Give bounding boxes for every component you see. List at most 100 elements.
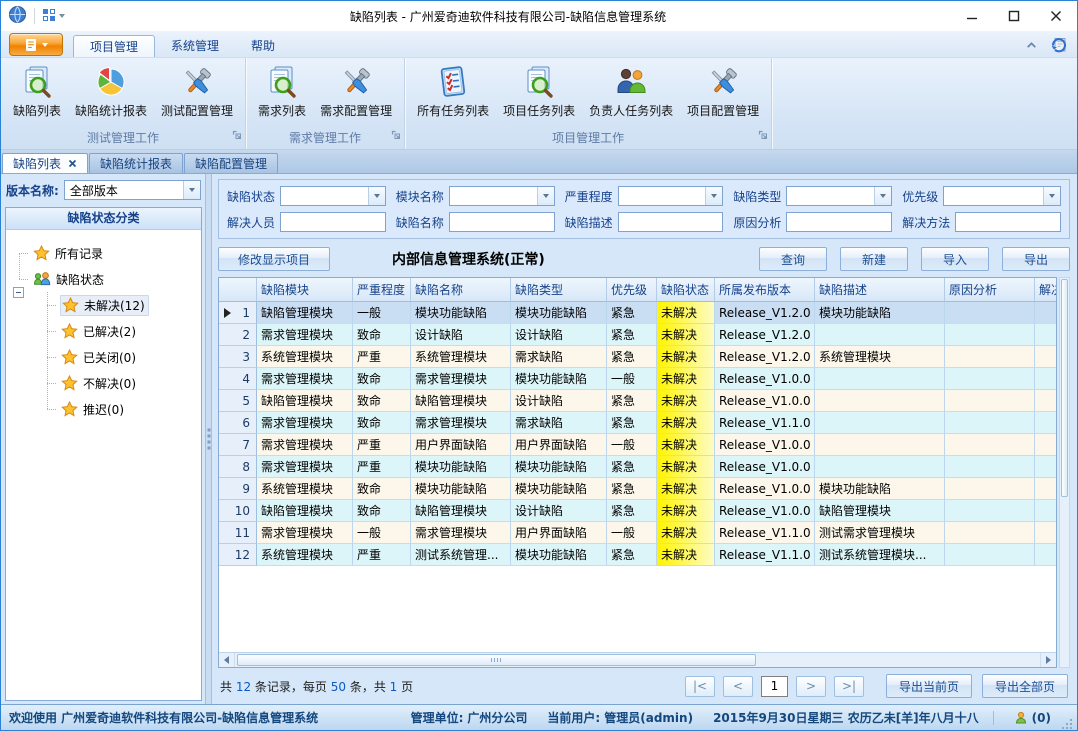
ribbon-button-project-config[interactable]: 项目配置管理 — [680, 61, 766, 130]
ribbon-tab[interactable]: 系统管理 — [155, 35, 235, 57]
table-row[interactable]: 10缺陷管理模块致命缺陷管理模块设计缺陷紧急未解决Release_V1.0.0缺… — [219, 500, 1056, 522]
tree-item-postponed[interactable]: 推迟(0) — [6, 396, 201, 422]
table-row[interactable]: 6需求管理模块致命需求管理模块需求缺陷紧急未解决Release_V1.1.0 — [219, 412, 1056, 434]
tree-item-unresolved[interactable]: 未解决(12) — [6, 292, 201, 318]
maximize-button[interactable] — [993, 1, 1035, 31]
table-row[interactable]: 12系统管理模块严重测试系统管理...模块功能缺陷紧急未解决Release_V1… — [219, 544, 1056, 566]
filter-text-defect-desc[interactable] — [618, 212, 724, 232]
table-row[interactable]: 7需求管理模块严重用户界面缺陷用户界面缺陷一般未解决Release_V1.0.0 — [219, 434, 1056, 456]
close-button[interactable] — [1035, 1, 1077, 31]
filter-dropdown-defect-type[interactable] — [786, 186, 892, 206]
prev-page-button[interactable]: < — [723, 676, 753, 697]
grid-col-header[interactable]: 所属发布版本 — [715, 278, 815, 301]
collapse-ribbon-icon[interactable] — [1025, 39, 1038, 55]
close-icon — [1050, 10, 1062, 22]
dropdown-caret-icon[interactable] — [1043, 187, 1060, 205]
grid-col-header[interactable] — [219, 278, 257, 301]
table-row[interactable]: 9系统管理模块致命模块功能缺陷模块功能缺陷紧急未解决Release_V1.0.0… — [219, 478, 1056, 500]
filter-dropdown-severity[interactable] — [618, 186, 724, 206]
minimize-button[interactable] — [951, 1, 993, 31]
table-row[interactable]: 4需求管理模块致命需求管理模块模块功能缺陷一般未解决Release_V1.0.0 — [219, 368, 1056, 390]
filter-text-solution[interactable] — [955, 212, 1061, 232]
tree-item-wont-fix[interactable]: 不解决(0) — [6, 370, 201, 396]
horizontal-scrollbar[interactable] — [219, 652, 1056, 667]
filter-label: 解决人员 — [227, 214, 275, 231]
refresh-style-icon[interactable] — [1050, 36, 1069, 57]
grid-col-header[interactable]: 严重程度 — [353, 278, 411, 301]
ribbon-button-all-tasks[interactable]: 所有任务列表 — [410, 61, 496, 130]
dropdown-caret-icon[interactable] — [705, 187, 722, 205]
ribbon-button-owner-tasks[interactable]: 负责人任务列表 — [582, 61, 680, 130]
filter-text-cause-analysis[interactable] — [786, 212, 892, 232]
dropdown-caret-icon[interactable] — [368, 187, 385, 205]
table-row[interactable]: 3系统管理模块严重系统管理模块需求缺陷紧急未解决Release_V1.2.0系统… — [219, 346, 1056, 368]
last-page-button[interactable]: >| — [834, 676, 864, 697]
ribbon-tab[interactable]: 帮助 — [235, 35, 291, 57]
app-menu-button[interactable] — [9, 33, 63, 56]
first-page-button[interactable]: |< — [685, 676, 715, 697]
dialog-launcher-icon[interactable] — [758, 128, 768, 145]
grid-col-header[interactable]: 缺陷类型 — [511, 278, 607, 301]
doc-tab-defect-config[interactable]: 缺陷配置管理 — [184, 153, 278, 173]
page-number-input[interactable]: 1 — [761, 676, 788, 697]
doc-tab-defect-list[interactable]: 缺陷列表 — [2, 153, 88, 173]
search-docs-icon — [20, 65, 54, 99]
hscroll-thumb[interactable] — [237, 654, 756, 666]
version-select-caret[interactable] — [183, 181, 200, 199]
doc-tab-defect-report[interactable]: 缺陷统计报表 — [89, 153, 183, 173]
dropdown-caret-icon[interactable] — [537, 187, 554, 205]
scroll-right-icon[interactable] — [1040, 653, 1056, 667]
sidebar-splitter[interactable] — [205, 174, 212, 704]
grid-col-header[interactable]: 缺陷描述 — [815, 278, 945, 301]
tree-item-closed[interactable]: 已关闭(0) — [6, 344, 201, 370]
version-select[interactable]: 全部版本 — [64, 180, 201, 200]
table-row[interactable]: 1缺陷管理模块一般模块功能缺陷模块功能缺陷紧急未解决Release_V1.2.0… — [219, 302, 1056, 324]
ribbon-button-defect-report[interactable]: 缺陷统计报表 — [68, 61, 154, 130]
table-row[interactable]: 11需求管理模块一般需求管理模块用户界面缺陷一般未解决Release_V1.1.… — [219, 522, 1056, 544]
new-button[interactable]: 新建 — [840, 247, 908, 271]
export-all-pages-button[interactable]: 导出全部页 — [982, 674, 1068, 698]
import-button[interactable]: 导入 — [921, 247, 989, 271]
tree-item-defect-status[interactable]: 缺陷状态 — [6, 266, 201, 292]
tab-close-icon[interactable] — [68, 157, 77, 171]
grid-col-header[interactable]: 原因分析 — [945, 278, 1035, 301]
grid-col-header[interactable]: 缺陷模块 — [257, 278, 353, 301]
tree-item-resolved[interactable]: 已解决(2) — [6, 318, 201, 344]
vertical-scrollbar[interactable] — [1059, 277, 1070, 668]
dialog-launcher-icon[interactable] — [232, 128, 242, 145]
export-current-page-button[interactable]: 导出当前页 — [886, 674, 972, 698]
grid-col-header[interactable]: 缺陷状态 — [657, 278, 715, 301]
scroll-left-icon[interactable] — [219, 653, 235, 667]
table-row[interactable]: 5缺陷管理模块致命缺陷管理模块设计缺陷紧急未解决Release_V1.0.0 — [219, 390, 1056, 412]
ribbon-button-project-tasks[interactable]: 项目任务列表 — [496, 61, 582, 130]
grid-col-header[interactable]: 优先级 — [607, 278, 657, 301]
ribbon-button-requirement-list[interactable]: 需求列表 — [251, 61, 313, 130]
grid-col-header[interactable]: 缺陷名称 — [411, 278, 511, 301]
ribbon-tab[interactable]: 项目管理 — [73, 35, 155, 57]
messenger-indicator[interactable]: (0) — [1014, 711, 1051, 725]
resize-grip-icon[interactable] — [1061, 718, 1073, 730]
query-button[interactable]: 查询 — [759, 247, 827, 271]
filter-dropdown-priority[interactable] — [943, 186, 1061, 206]
table-row[interactable]: 8需求管理模块严重模块功能缺陷模块功能缺陷紧急未解决Release_V1.0.0 — [219, 456, 1056, 478]
ribbon-button-defect-list[interactable]: 缺陷列表 — [6, 61, 68, 130]
ribbon-button-test-config[interactable]: 测试配置管理 — [154, 61, 240, 130]
modify-columns-button[interactable]: 修改显示项目 — [218, 247, 330, 271]
status-cell: 未解决 — [657, 500, 715, 522]
dropdown-caret-icon[interactable] — [874, 187, 891, 205]
filter-dropdown-defect-status[interactable] — [280, 186, 386, 206]
search-docs-icon — [522, 65, 556, 99]
tree-item-all-records[interactable]: 所有记录 — [6, 240, 201, 266]
quick-access-grid-icon[interactable] — [42, 8, 56, 25]
export-button[interactable]: 导出 — [1002, 247, 1070, 271]
filter-text-defect-name[interactable] — [449, 212, 555, 232]
dialog-launcher-icon[interactable] — [391, 128, 401, 145]
filter-dropdown-module-name[interactable] — [449, 186, 555, 206]
status-cell: 未解决 — [657, 478, 715, 500]
grid-col-header[interactable]: 解决方法 — [1035, 278, 1056, 301]
ribbon-button-requirement-config[interactable]: 需求配置管理 — [313, 61, 399, 130]
filter-text-resolver[interactable] — [280, 212, 386, 232]
next-page-button[interactable]: > — [796, 676, 826, 697]
table-row[interactable]: 2需求管理模块致命设计缺陷设计缺陷紧急未解决Release_V1.2.0 — [219, 324, 1056, 346]
vscroll-thumb[interactable] — [1061, 279, 1068, 497]
